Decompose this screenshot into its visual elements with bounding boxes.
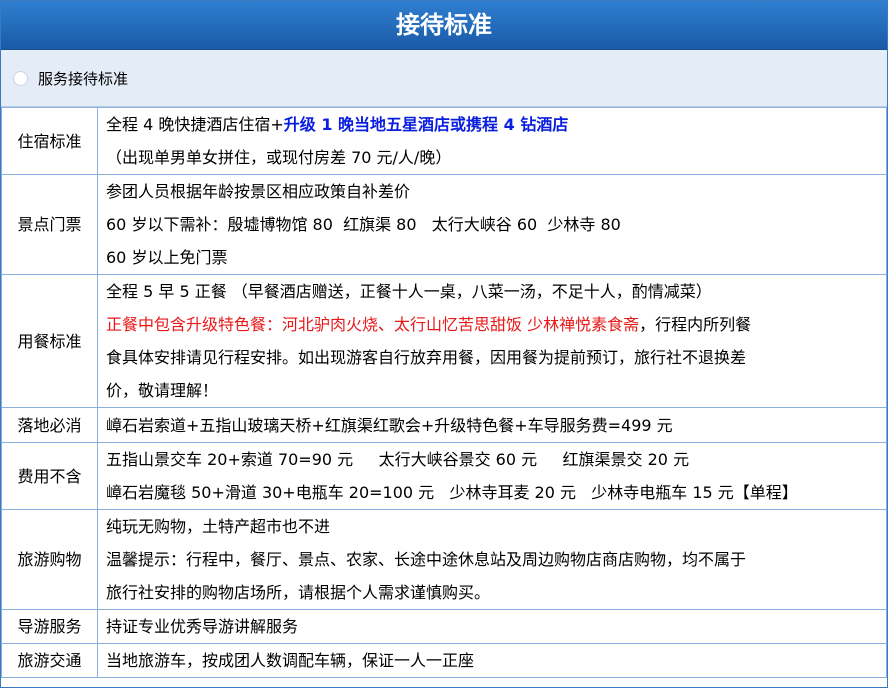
shopping-line-1: 纯玩无购物，土特产超市也不进 — [106, 517, 331, 536]
table-row-transport: 旅游交通 当地旅游车，按成团人数调配车辆，保证一人一正座 — [1, 643, 887, 678]
reception-standard-panel: 接待标准 服务接待标准 住宿标准 全程 4 晚快捷酒店住宿+升级 1 晚当地五星… — [0, 0, 888, 688]
page-title: 接待标准 — [1, 1, 887, 50]
meals-line-3: 食具体安排请见行程安排。如出现游客自行放弃用餐，因用餐为提前预订，旅行社不退换差 — [106, 348, 747, 367]
lodging-normal-text: 全程 4 晚快捷酒店住宿+ — [106, 115, 284, 134]
lodging-upgrade-text: 升级 1 晚当地五星酒店或携程 4 钻酒店 — [283, 115, 569, 134]
shopping-line-3: 旅行社安排的购物店场所，请根据个人需求谨慎购买。 — [106, 583, 491, 602]
meals-line-1: 全程 5 早 5 正餐 （早餐酒店赠送，正餐十人一桌，八菜一汤，不足十人，酌情减… — [106, 282, 712, 301]
transport-line-1: 当地旅游车，按成团人数调配车辆，保证一人一正座 — [106, 651, 475, 670]
row-content-tickets: 参团人员根据年龄按景区相应政策自补差价 60 岁以下需补：殷墟博物馆 80 红旗… — [97, 174, 887, 275]
row-content-excluded: 五指山景交车 20+索道 70=90 元 太行大峡谷景交 60 元 红旗渠景交 … — [97, 442, 887, 510]
row-content-meals: 全程 5 早 5 正餐 （早餐酒店赠送，正餐十人一桌，八菜一汤，不足十人，酌情减… — [97, 274, 887, 408]
meals-line-2-rest: ，行程内所列餐 — [639, 315, 752, 334]
row-label-meals: 用餐标准 — [1, 274, 98, 408]
meals-upgrade-text: 正餐中包含升级特色餐：河北驴肉火烧、太行山忆苦思甜饭 少林禅悦素食斋 — [106, 315, 640, 334]
table-row-excluded: 费用不含 五指山景交车 20+索道 70=90 元 太行大峡谷景交 60 元 红… — [1, 442, 887, 510]
row-label-guide: 导游服务 — [1, 609, 98, 644]
row-content-mandatory: 嶂石岩索道+五指山玻璃天桥+红旗渠红歌会+升级特色餐+车导服务费=499 元 — [97, 407, 887, 443]
row-label-mandatory: 落地必消 — [1, 407, 98, 443]
lodging-line-1: 全程 4 晚快捷酒店住宿+升级 1 晚当地五星酒店或携程 4 钻酒店 — [106, 108, 880, 141]
guide-line-1: 持证专业优秀导游讲解服务 — [106, 617, 299, 636]
tickets-line-2: 60 岁以下需补：殷墟博物馆 80 红旗渠 80 太行大峡谷 60 少林寺 80 — [106, 215, 621, 234]
bullet-icon — [13, 70, 28, 86]
meals-line-2: 正餐中包含升级特色餐：河北驴肉火烧、太行山忆苦思甜饭 少林禅悦素食斋，行程内所列… — [106, 308, 880, 341]
tickets-line-3: 60 岁以上免门票 — [106, 248, 228, 267]
standards-table: 住宿标准 全程 4 晚快捷酒店住宿+升级 1 晚当地五星酒店或携程 4 钻酒店 … — [1, 107, 887, 678]
tickets-line-1: 参团人员根据年龄按景区相应政策自补差价 — [106, 182, 411, 201]
section-label: 服务接待标准 — [38, 69, 129, 88]
row-label-excluded: 费用不含 — [1, 442, 98, 510]
row-label-tickets: 景点门票 — [1, 174, 98, 275]
excluded-line-2: 嶂石岩魔毯 50+滑道 30+电瓶车 20=100 元 少林寺耳麦 20 元 少… — [106, 483, 798, 502]
row-content-shopping: 纯玩无购物，土特产超市也不进 温馨提示：行程中，餐厅、景点、农家、长途中途休息站… — [97, 509, 887, 610]
mandatory-line-1: 嶂石岩索道+五指山玻璃天桥+红旗渠红歌会+升级特色餐+车导服务费=499 元 — [106, 415, 673, 435]
section-header: 服务接待标准 — [1, 50, 887, 107]
table-row-shopping: 旅游购物 纯玩无购物，土特产超市也不进 温馨提示：行程中，餐厅、景点、农家、长途… — [1, 509, 887, 610]
meals-line-4: 价，敬请理解！ — [106, 381, 219, 400]
table-row-tickets: 景点门票 参团人员根据年龄按景区相应政策自补差价 60 岁以下需补：殷墟博物馆 … — [1, 174, 887, 275]
row-content-transport: 当地旅游车，按成团人数调配车辆，保证一人一正座 — [97, 643, 887, 678]
row-label-lodging: 住宿标准 — [1, 107, 98, 175]
table-row-lodging: 住宿标准 全程 4 晚快捷酒店住宿+升级 1 晚当地五星酒店或携程 4 钻酒店 … — [1, 107, 887, 175]
row-label-transport: 旅游交通 — [1, 643, 98, 678]
table-row-mandatory: 落地必消 嶂石岩索道+五指山玻璃天桥+红旗渠红歌会+升级特色餐+车导服务费=49… — [1, 407, 887, 443]
table-row-meals: 用餐标准 全程 5 早 5 正餐 （早餐酒店赠送，正餐十人一桌，八菜一汤，不足十… — [1, 274, 887, 408]
lodging-line-2: （出现单男单女拼住，或现付房差 70 元/人/晚） — [106, 148, 452, 167]
row-label-shopping: 旅游购物 — [1, 509, 98, 610]
excluded-line-1: 五指山景交车 20+索道 70=90 元 太行大峡谷景交 60 元 红旗渠景交 … — [106, 450, 690, 469]
row-content-lodging: 全程 4 晚快捷酒店住宿+升级 1 晚当地五星酒店或携程 4 钻酒店 （出现单男… — [97, 107, 887, 175]
table-row-guide: 导游服务 持证专业优秀导游讲解服务 — [1, 609, 887, 644]
row-content-guide: 持证专业优秀导游讲解服务 — [97, 609, 887, 644]
shopping-line-2: 温馨提示：行程中，餐厅、景点、农家、长途中途休息站及周边购物店商店购物，均不属于 — [106, 550, 747, 569]
